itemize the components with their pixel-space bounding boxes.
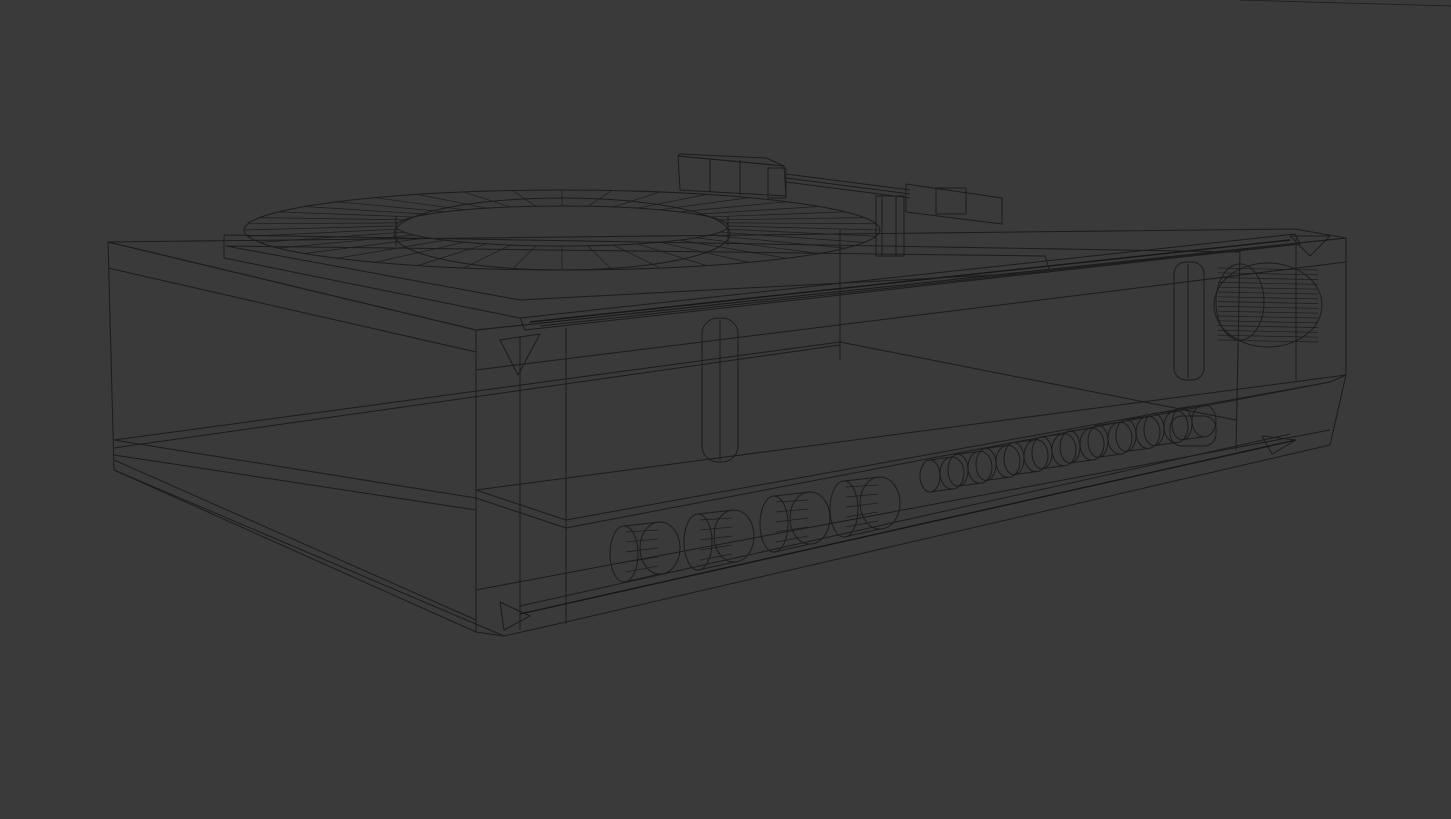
platter-spoke bbox=[725, 222, 877, 225]
platter-spoke bbox=[637, 243, 707, 266]
platter-spoke bbox=[247, 228, 399, 237]
platter-spoke bbox=[417, 194, 487, 209]
dial-rib bbox=[1217, 291, 1319, 295]
platter-spoke bbox=[679, 201, 787, 213]
panel-slots bbox=[701, 261, 1205, 463]
platter-spoke bbox=[587, 245, 612, 270]
dial-rib bbox=[1217, 330, 1319, 333]
dial-rib bbox=[1217, 286, 1319, 290]
platter-spoke bbox=[278, 211, 415, 218]
platter-spoke bbox=[709, 234, 846, 249]
knob-group bbox=[609, 404, 1217, 583]
small-knob bbox=[919, 456, 965, 493]
platter-spoke bbox=[696, 237, 820, 254]
dial-rib bbox=[1217, 315, 1319, 319]
small-knob bbox=[1003, 439, 1049, 476]
platter-spoke bbox=[247, 222, 399, 225]
small-knob bbox=[1171, 404, 1217, 441]
dial-rib bbox=[1217, 310, 1319, 314]
dial-rib bbox=[1217, 267, 1319, 271]
horizon-line bbox=[1239, 0, 1451, 7]
dial-rib bbox=[1217, 277, 1319, 280]
platter-spoke bbox=[719, 217, 865, 221]
platter-spoke bbox=[417, 243, 487, 266]
platter-spoke bbox=[304, 206, 428, 215]
knob bbox=[829, 476, 901, 538]
small-knob bbox=[1031, 433, 1077, 470]
platter-spoke bbox=[337, 201, 445, 213]
dial-rib bbox=[1217, 320, 1319, 324]
dial-rib bbox=[1217, 282, 1319, 285]
dial-rib bbox=[1217, 325, 1319, 328]
platter-spoke bbox=[637, 194, 707, 209]
knob-tail bbox=[1169, 415, 1217, 447]
dial-rib bbox=[1217, 296, 1319, 300]
platter-spoke bbox=[375, 241, 465, 263]
knob bbox=[759, 491, 831, 553]
small-knob bbox=[947, 450, 993, 487]
platter-spoke bbox=[659, 197, 749, 211]
dial-rib bbox=[1217, 301, 1319, 304]
platter-spoke bbox=[375, 197, 465, 211]
platter-spoke bbox=[259, 217, 405, 221]
small-knob bbox=[975, 444, 1021, 481]
small-knob bbox=[1059, 427, 1105, 464]
wireframe-model bbox=[107, 0, 1451, 637]
platter-spoke bbox=[696, 206, 820, 215]
platter-spoke bbox=[727, 225, 881, 231]
3d-viewport[interactable] bbox=[0, 0, 1451, 819]
dial-rib bbox=[1217, 306, 1319, 309]
platter-spoke bbox=[709, 211, 846, 218]
dial-rib bbox=[1217, 339, 1319, 343]
tuning-dial bbox=[1213, 262, 1323, 348]
platter-spoke bbox=[243, 225, 397, 231]
